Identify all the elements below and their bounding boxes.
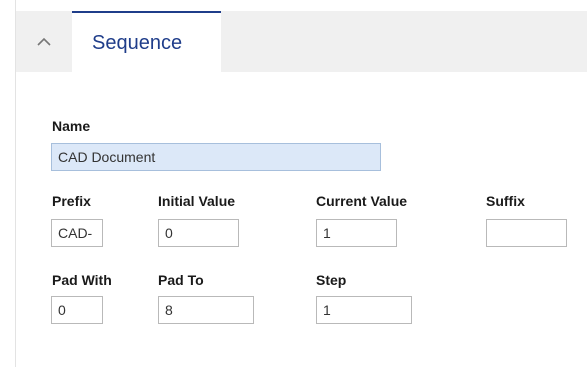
suffix-label: Suffix bbox=[486, 193, 525, 209]
prefix-field[interactable] bbox=[51, 219, 103, 247]
chevron-up-icon bbox=[37, 37, 51, 46]
current-value-field[interactable] bbox=[316, 219, 397, 247]
pad-with-label: Pad With bbox=[52, 272, 112, 288]
step-field[interactable] bbox=[316, 296, 412, 324]
pad-to-label: Pad To bbox=[158, 272, 204, 288]
initial-value-label: Initial Value bbox=[158, 193, 236, 209]
suffix-field[interactable] bbox=[486, 219, 567, 247]
tab-sequence-label: Sequence bbox=[92, 32, 183, 54]
pad-with-field[interactable] bbox=[51, 296, 103, 324]
pad-to-field[interactable] bbox=[158, 296, 254, 324]
collapse-button[interactable] bbox=[16, 11, 72, 72]
tab-sequence[interactable]: Sequence bbox=[72, 11, 221, 72]
name-label: Name bbox=[52, 118, 91, 134]
name-field[interactable] bbox=[51, 143, 381, 171]
current-value-label: Current Value bbox=[316, 193, 408, 209]
prefix-label: Prefix bbox=[52, 193, 91, 209]
step-label: Step bbox=[316, 272, 347, 288]
initial-value-field[interactable] bbox=[158, 219, 239, 247]
